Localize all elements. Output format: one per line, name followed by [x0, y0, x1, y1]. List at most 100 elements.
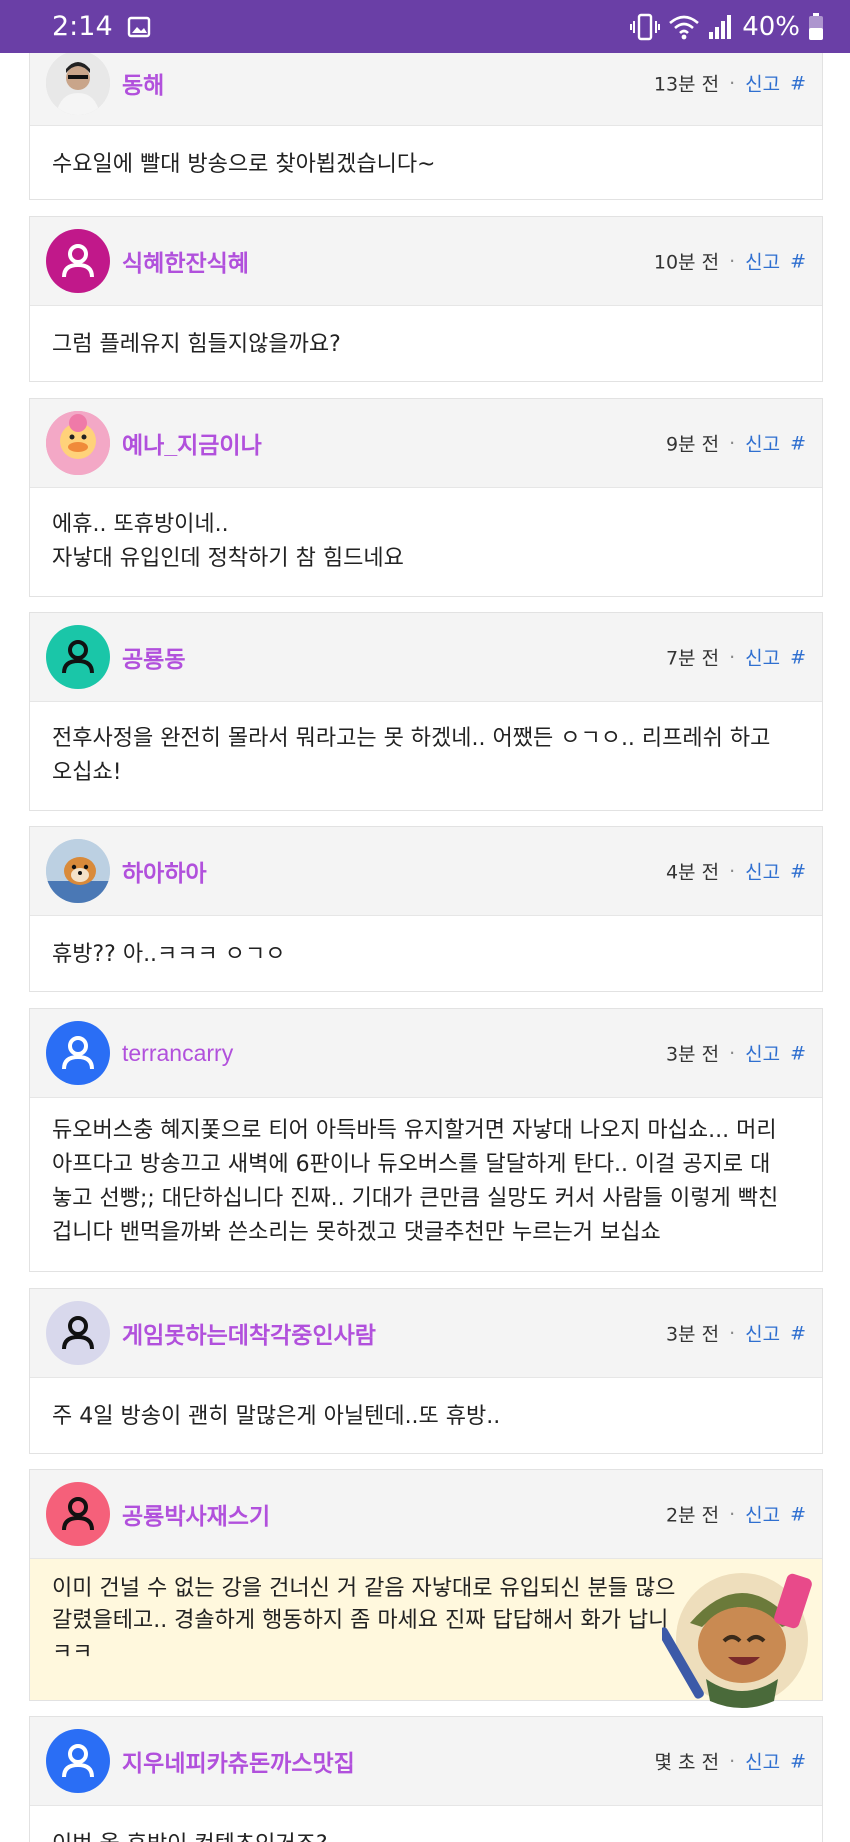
anchor-link[interactable]: #	[790, 1042, 806, 1064]
separator: ·	[729, 1322, 736, 1344]
comment-line: 겁니다 밴먹을까봐 쓴소리는 못하겠고 댓글추천만 누르는거 보십쇼	[52, 1220, 661, 1245]
avatar-photo-icon	[46, 411, 110, 475]
separator: ·	[729, 250, 736, 272]
report-link[interactable]: 신고	[745, 1320, 780, 1347]
comment-body: 이번 올 휴방이 컨텐츠인거죠?	[30, 1806, 822, 1842]
separator: ·	[729, 72, 736, 94]
report-link[interactable]: 신고	[745, 644, 780, 671]
timestamp: 3분 전	[665, 1043, 720, 1066]
comment-body: 에휴.. 또휴방이네.. 자낳대 유입인데 정착하기 참 힘드네요	[30, 488, 822, 594]
avatar[interactable]	[46, 1482, 110, 1546]
timestamp: 4분 전	[665, 861, 720, 884]
comment-body: 그럼 플레유지 힘들지않을까요?	[30, 306, 822, 380]
comment-meta: 3분 전 · 신고 #	[666, 1320, 806, 1347]
nickname[interactable]: 예나_지금이나	[122, 426, 262, 460]
comment-header: terrancarry 3분 전 · 신고 #	[30, 1009, 822, 1098]
timestamp: 몇 초 전	[654, 1751, 720, 1774]
clock: 2:14	[52, 11, 113, 42]
avatar[interactable]	[46, 1021, 110, 1085]
avatar[interactable]	[46, 229, 110, 293]
avatar[interactable]	[46, 839, 110, 903]
comment-header: 게임못하는데착각중인사람 3분 전 · 신고 #	[30, 1289, 822, 1378]
anchor-link[interactable]: #	[790, 1322, 806, 1344]
nickname[interactable]: 지우네피카츄돈까스맛집	[122, 1744, 355, 1778]
user-icon	[62, 1497, 94, 1531]
anchor-link[interactable]: #	[790, 1503, 806, 1525]
user-icon	[62, 1316, 94, 1350]
wifi-icon	[668, 13, 700, 41]
comment-header: 예나_지금이나 9분 전 · 신고 #	[30, 399, 822, 488]
comment-card: 하아하아 4분 전 · 신고 # 휴방?? 아..ㅋㅋㅋ ㅇㄱㅇ	[29, 826, 823, 992]
teemo-sticker-icon	[658, 1573, 812, 1708]
status-right: 40%	[630, 12, 824, 42]
comment-meta: 4분 전 · 신고 #	[666, 858, 806, 885]
avatar[interactable]	[46, 1729, 110, 1793]
vibrate-icon	[630, 13, 661, 41]
comment-card: 지우네피카츄돈까스맛집 몇 초 전 · 신고 # 이번 올 휴방이 컨텐츠인거죠…	[29, 1716, 823, 1842]
image-icon	[127, 16, 151, 38]
comment-meta: 10분 전 · 신고 #	[654, 248, 806, 275]
nickname[interactable]: 게임못하는데착각중인사람	[122, 1316, 376, 1350]
comment-header: 공룡동 7분 전 · 신고 #	[30, 613, 822, 702]
separator: ·	[729, 1503, 736, 1525]
report-link[interactable]: 신고	[745, 1501, 780, 1528]
timestamp: 7분 전	[665, 647, 720, 670]
comment-line: 아프다고 방송끄고 새벽에 6판이나 듀오버스를 달달하게 탄다.. 이걸 공지…	[52, 1152, 771, 1177]
report-link[interactable]: 신고	[745, 248, 780, 275]
anchor-link[interactable]: #	[790, 646, 806, 668]
comment-line: 자낳대 유입인데 정착하기 참 힘드네요	[52, 546, 404, 571]
user-icon	[62, 244, 94, 278]
status-bar: 2:14 40%	[0, 0, 850, 53]
comment-card: 식혜한잔식혜 10분 전 · 신고 # 그럼 플레유지 힘들지않을까요?	[29, 216, 823, 382]
timestamp: 10분 전	[653, 251, 720, 274]
comment-line: 그럼 플레유지 힘들지않을까요?	[52, 332, 341, 357]
timestamp: 9분 전	[665, 433, 720, 456]
avatar[interactable]	[46, 411, 110, 475]
user-icon	[62, 640, 94, 674]
avatar[interactable]	[46, 1301, 110, 1365]
nickname[interactable]: terrancarry	[122, 1040, 233, 1067]
nickname[interactable]: 하아하아	[122, 854, 207, 888]
separator: ·	[729, 646, 736, 668]
timestamp: 2분 전	[665, 1504, 720, 1527]
comment-body: 휴방?? 아..ㅋㅋㅋ ㅇㄱㅇ	[30, 916, 822, 990]
anchor-link[interactable]: #	[790, 250, 806, 272]
comment-header: 하아하아 4분 전 · 신고 #	[30, 827, 822, 916]
report-link[interactable]: 신고	[745, 430, 780, 457]
floating-sticker[interactable]	[658, 1553, 822, 1713]
report-link[interactable]: 신고	[745, 1748, 780, 1775]
report-link[interactable]: 신고	[745, 70, 780, 97]
comment-meta: 13분 전 · 신고 #	[654, 70, 806, 97]
anchor-link[interactable]: #	[790, 1750, 806, 1772]
comment-header: 동해 13분 전 · 신고 #	[30, 41, 822, 126]
comment-header: 공룡박사재스기 2분 전 · 신고 #	[30, 1470, 822, 1559]
comment-meta: 몇 초 전 · 신고 #	[655, 1748, 806, 1775]
comment-card: 공룡동 7분 전 · 신고 # 전후사정을 완전히 몰라서 뭐라고는 못 하겠네…	[29, 612, 823, 811]
comment-meta: 9분 전 · 신고 #	[666, 430, 806, 457]
avatar[interactable]	[46, 51, 110, 115]
comment-card: 동해 13분 전 · 신고 # 수요일에 빨대 방송으로 찾아뵙겠습니다~	[29, 40, 823, 200]
comment-card: 예나_지금이나 9분 전 · 신고 # 에휴.. 또휴방이네.. 자낳대 유입인…	[29, 398, 823, 597]
nickname[interactable]: 동해	[122, 66, 164, 100]
comment-card: terrancarry 3분 전 · 신고 # 듀오버스충 혜지퐃으로 티어 아…	[29, 1008, 823, 1272]
comment-line: 휴방?? 아..ㅋㅋㅋ ㅇㄱㅇ	[52, 942, 286, 967]
anchor-link[interactable]: #	[790, 432, 806, 454]
comment-body: 주 4일 방송이 괜히 말많은게 아닐텐데..또 휴방..	[30, 1378, 822, 1452]
comment-meta: 3분 전 · 신고 #	[666, 1040, 806, 1067]
avatar[interactable]	[46, 625, 110, 689]
status-left: 2:14	[52, 11, 151, 42]
signal-icon	[708, 14, 734, 40]
comment-line: 전후사정을 완전히 몰라서 뭐라고는 못 하겠네.. 어쨌든 ㅇㄱㅇ.. 리프레…	[52, 726, 771, 751]
comment-line: 에휴.. 또휴방이네..	[52, 512, 229, 537]
nickname[interactable]: 식혜한잔식혜	[122, 244, 249, 278]
comment-line: 오십쇼!	[52, 760, 122, 785]
report-link[interactable]: 신고	[745, 858, 780, 885]
report-link[interactable]: 신고	[745, 1040, 780, 1067]
comment-line: 이번 올 휴방이 컨텐츠인거죠?	[52, 1828, 800, 1842]
anchor-link[interactable]: #	[790, 72, 806, 94]
nickname[interactable]: 공룡박사재스기	[122, 1497, 270, 1531]
user-icon	[62, 1744, 94, 1778]
user-icon	[62, 1036, 94, 1070]
anchor-link[interactable]: #	[790, 860, 806, 882]
nickname[interactable]: 공룡동	[122, 640, 185, 674]
